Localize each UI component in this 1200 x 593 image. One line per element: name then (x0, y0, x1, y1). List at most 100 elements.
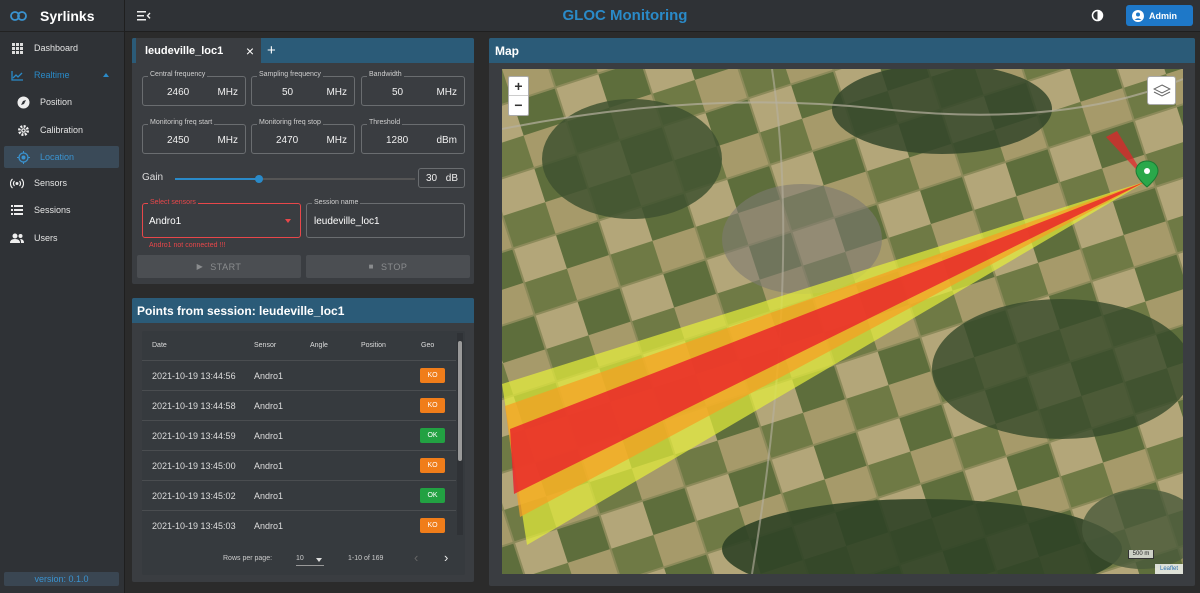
dropdown-arrow-icon (285, 219, 291, 223)
zoom-out-button[interactable]: − (509, 96, 528, 115)
sensor-cell: Andro1 (254, 491, 284, 501)
gain-slider[interactable] (175, 175, 415, 183)
sidebar-item-sensors[interactable]: Sensors (0, 172, 125, 194)
next-page-icon[interactable]: › (444, 550, 448, 565)
zoom-control: + − (508, 76, 529, 116)
threshold-field[interactable]: Threshold 1280 dBm (361, 119, 465, 154)
column-header[interactable]: Date (152, 342, 167, 349)
page-range: 1-10 of 169 (348, 555, 384, 562)
map-attribution-link[interactable]: Leaflet (1155, 564, 1183, 574)
rows-per-page-select[interactable]: 10 (296, 552, 324, 566)
sidebar-item-sessions[interactable]: Sessions (0, 199, 125, 221)
column-header[interactable]: Position (361, 342, 386, 349)
map-view[interactable]: + − 500 m Leaflet (502, 69, 1183, 574)
table-row[interactable]: 2021-10-19 13:45:00 Andro1 KO (142, 450, 456, 480)
table-row[interactable]: 2021-10-19 13:44:56 Andro1 KO (142, 360, 456, 390)
field-value: 2450 (167, 135, 190, 146)
gain-slider-thumb[interactable] (255, 175, 263, 183)
sensor-cell: Andro1 (254, 431, 284, 441)
stop-icon: ■ (368, 262, 374, 271)
geo-badge: OK (420, 488, 445, 503)
sidebar-item-realtime[interactable]: Realtime (0, 64, 125, 86)
grid-icon (10, 41, 24, 55)
column-header[interactable]: Angle (310, 342, 328, 349)
monitoring-freq-stop-field[interactable]: Monitoring freq stop 2470 MHz (251, 119, 355, 154)
table-row[interactable]: 2021-10-19 13:45:03 Andro1 KO (142, 510, 456, 540)
satellite-map-image (502, 69, 1183, 574)
central-frequency-field[interactable]: Central frequency 2460 MHz (142, 71, 246, 106)
stop-button[interactable]: ■ STOP (306, 255, 470, 278)
date-cell: 2021-10-19 13:44:59 (152, 431, 236, 441)
sidebar-item-calibration[interactable]: Calibration (0, 119, 125, 141)
gain-slider-fill (175, 178, 259, 180)
session-tabbar: leudeville_loc1 × + (132, 38, 474, 63)
sidebar-item-label: Calibration (40, 125, 84, 135)
date-cell: 2021-10-19 13:45:00 (152, 461, 236, 471)
select-label: Select sensors (148, 199, 198, 206)
sensor-cell: Andro1 (254, 521, 284, 531)
date-cell: 2021-10-19 13:44:56 (152, 371, 236, 381)
zoom-in-button[interactable]: + (509, 77, 528, 96)
field-unit: MHz (436, 87, 457, 98)
sidebar-item-label: Location (40, 152, 75, 162)
bandwidth-field[interactable]: Bandwidth 50 MHz (361, 71, 465, 106)
session-panel: leudeville_loc1 × + Central frequency 24… (132, 38, 474, 284)
table-row[interactable]: 2021-10-19 13:44:58 Andro1 KO (142, 390, 456, 420)
theme-toggle-button[interactable] (1091, 9, 1104, 27)
start-button[interactable]: ▶ START (137, 255, 301, 278)
add-tab-icon[interactable]: + (267, 42, 276, 59)
geo-badge: KO (420, 368, 445, 383)
field-unit: MHz (217, 87, 238, 98)
brand-name: Syrlinks (40, 7, 95, 24)
sidebar-item-dashboard[interactable]: Dashboard (0, 37, 125, 59)
sidebar-item-position[interactable]: Position (0, 91, 125, 113)
date-cell: 2021-10-19 13:45:02 (152, 491, 236, 501)
monitoring-freq-start-field[interactable]: Monitoring freq start 2450 MHz (142, 119, 246, 154)
geo-badge: OK (420, 428, 445, 443)
points-table: Date Sensor Angle Position Geo 2021-10-1… (142, 331, 465, 575)
date-cell: 2021-10-19 13:44:58 (152, 401, 236, 411)
prev-page-icon[interactable]: ‹ (414, 550, 418, 565)
gear-icon (16, 123, 30, 137)
play-icon: ▶ (196, 262, 204, 271)
admin-label: Admin (1149, 10, 1177, 21)
sensors-select[interactable]: Select sensors Andro1 (142, 199, 301, 238)
select-value: Andro1 (149, 216, 182, 227)
session-name-field[interactable]: Session name leudeville_loc1 (306, 199, 465, 238)
field-value: 2460 (167, 87, 190, 98)
sidebar-item-label: Users (34, 233, 58, 243)
points-title: Points from session: leudeville_loc1 (132, 298, 474, 323)
field-value: 50 (392, 87, 404, 98)
column-header[interactable]: Geo (421, 342, 434, 349)
field-unit: MHz (326, 135, 347, 146)
sampling-frequency-field[interactable]: Sampling frequency 50 MHz (251, 71, 355, 106)
sensor-error-text: Andro1 not connected !!! (149, 242, 226, 249)
table-scrollbar[interactable] (457, 333, 463, 535)
sensor-cell: Andro1 (254, 461, 284, 471)
table-row[interactable]: 2021-10-19 13:44:59 Andro1 OK (142, 420, 456, 450)
tab-session[interactable]: leudeville_loc1 × (136, 38, 261, 63)
sensor-cell: Andro1 (254, 401, 284, 411)
layers-button[interactable] (1147, 76, 1176, 105)
close-icon[interactable]: × (246, 43, 254, 59)
sidebar-item-users[interactable]: Users (0, 227, 125, 249)
sidebar-item-label: Realtime (34, 70, 70, 80)
broadcast-icon (10, 176, 24, 190)
page-title: GLOC Monitoring (562, 7, 688, 24)
gain-value: 30 (426, 173, 438, 184)
list-icon (10, 203, 24, 217)
layers-icon (1152, 83, 1171, 97)
table-pagination: Rows per page: 10 1-10 of 169 ‹ › (142, 541, 465, 575)
start-label: START (210, 261, 242, 272)
field-value: 50 (282, 87, 294, 98)
sidebar: Syrlinks Dashboard Realtime Position Cal… (0, 0, 125, 593)
rows-per-page-value: 10 (296, 555, 304, 562)
scrollbar-thumb[interactable] (458, 341, 462, 461)
sidebar-item-location[interactable]: Location (4, 146, 119, 168)
admin-button[interactable]: Admin (1126, 5, 1193, 26)
column-header[interactable]: Sensor (254, 342, 276, 349)
map-panel: Map + − 500 m Leaflet (489, 38, 1195, 586)
gain-input[interactable]: 30 dB (418, 168, 465, 188)
chevron-up-icon (103, 73, 109, 77)
table-row[interactable]: 2021-10-19 13:45:02 Andro1 OK (142, 480, 456, 510)
